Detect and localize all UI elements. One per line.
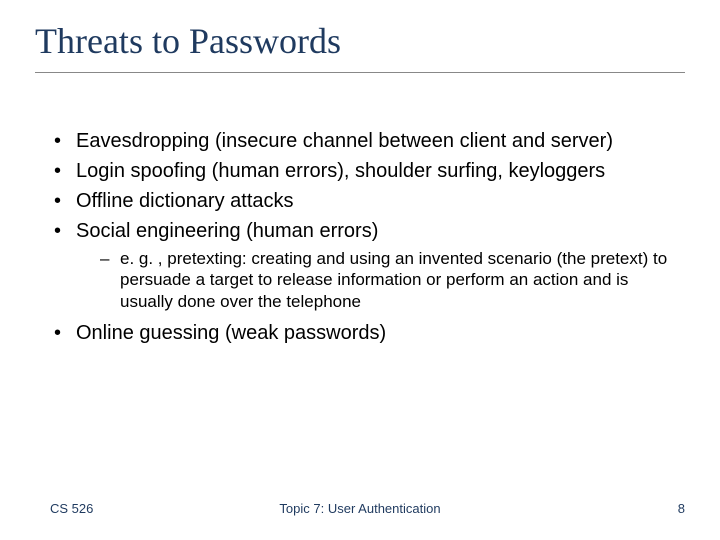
footer-topic: Topic 7: User Authentication xyxy=(279,501,440,516)
footer-course-code: CS 526 xyxy=(50,501,93,516)
slide-content: Eavesdropping (insecure channel between … xyxy=(35,128,685,540)
slide-title: Threats to Passwords xyxy=(35,20,685,73)
slide: Threats to Passwords Eavesdropping (inse… xyxy=(0,0,720,540)
sub-bullet-list: e. g. , pretexting: creating and using a… xyxy=(76,248,685,312)
list-item: Login spoofing (human errors), shoulder … xyxy=(50,158,685,184)
slide-footer: CS 526 Topic 7: User Authentication 8 xyxy=(0,501,720,516)
list-item: Offline dictionary attacks xyxy=(50,188,685,214)
list-item: Eavesdropping (insecure channel between … xyxy=(50,128,685,154)
list-item-text: Social engineering (human errors) xyxy=(76,220,378,242)
sub-list-item: e. g. , pretexting: creating and using a… xyxy=(76,248,685,312)
footer-page-number: 8 xyxy=(678,501,685,516)
list-item: Social engineering (human errors) e. g. … xyxy=(50,218,685,312)
list-item: Online guessing (weak passwords) xyxy=(50,320,685,346)
bullet-list: Eavesdropping (insecure channel between … xyxy=(50,128,685,346)
